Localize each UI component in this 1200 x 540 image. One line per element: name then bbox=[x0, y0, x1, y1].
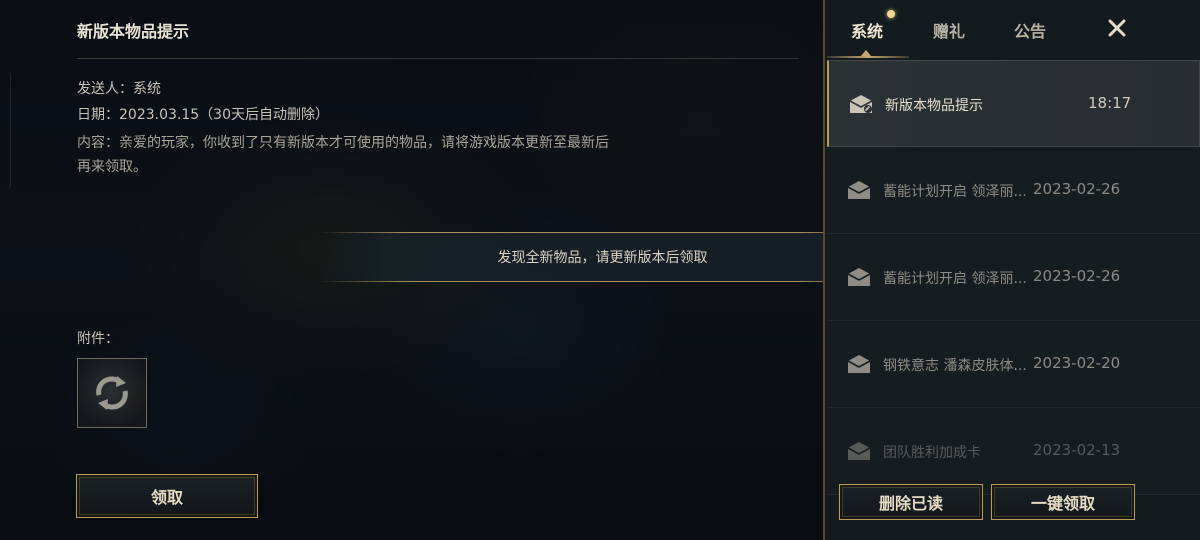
refresh-cycle-icon bbox=[96, 376, 128, 410]
mail-subject: 钢铁意志 潘森皮肤体... bbox=[883, 358, 1027, 374]
mail-time: 18:17 bbox=[1088, 94, 1132, 112]
mail-icon bbox=[847, 355, 871, 373]
title-divider bbox=[77, 58, 799, 59]
delete-read-button[interactable]: 删除已读 bbox=[839, 484, 983, 520]
attachments-label: 附件： bbox=[77, 331, 119, 347]
mail-list-item[interactable]: 蓄能计划开启 领泽丽... 2023-02-26 bbox=[827, 234, 1200, 321]
tab-system[interactable]: 系统 bbox=[851, 18, 883, 42]
mail-read-icon bbox=[849, 95, 873, 113]
mail-subject: 蓄能计划开启 领泽丽... bbox=[883, 271, 1027, 287]
mail-subject: 蓄能计划开启 领泽丽... bbox=[883, 184, 1027, 200]
mail-icon bbox=[847, 442, 871, 460]
mail-content: 内容：亲爱的玩家，你收到了只有新版本才可使用的物品，请将游戏版本更新至最新后再来… bbox=[77, 135, 609, 175]
mail-subject: 团队胜利加成卡 bbox=[883, 445, 981, 461]
update-toast: 发现全新物品，请更新版本后领取 bbox=[320, 232, 885, 282]
mail-time: 2023-02-13 bbox=[1033, 441, 1121, 459]
mail-list-item[interactable]: 钢铁意志 潘森皮肤体... 2023-02-20 bbox=[827, 321, 1200, 408]
mail-list-item[interactable]: 新版本物品提示 18:17 bbox=[827, 60, 1200, 147]
tab-gift[interactable]: 赠礼 bbox=[933, 18, 965, 42]
mail-sender: 发送人：系统 bbox=[77, 81, 161, 97]
active-tab-caret bbox=[861, 50, 871, 56]
notification-dot bbox=[887, 10, 895, 18]
mail-subject: 新版本物品提示 bbox=[885, 98, 983, 114]
mail-date: 日期：2023.03.15（30天后自动删除） bbox=[77, 107, 329, 123]
claim-button[interactable]: 领取 bbox=[76, 474, 258, 518]
tab-notice[interactable]: 公告 bbox=[1014, 18, 1046, 42]
mail-time: 2023-02-20 bbox=[1033, 354, 1121, 372]
mail-time: 2023-02-26 bbox=[1033, 267, 1121, 285]
mail-sidebar: 系统 赠礼 公告 新版本物品提示 18:17 蓄能计划开启 领泽丽... 202… bbox=[823, 0, 1200, 540]
mail-list-item[interactable]: 蓄能计划开启 领泽丽... 2023-02-26 bbox=[827, 147, 1200, 234]
claim-all-button[interactable]: 一键领取 bbox=[991, 484, 1135, 520]
close-icon bbox=[1108, 19, 1126, 37]
mail-icon bbox=[847, 268, 871, 286]
left-edge-handle bbox=[0, 70, 11, 190]
mail-list: 新版本物品提示 18:17 蓄能计划开启 领泽丽... 2023-02-26 蓄… bbox=[827, 60, 1200, 495]
mail-time: 2023-02-26 bbox=[1033, 180, 1121, 198]
mail-icon bbox=[847, 181, 871, 199]
mail-tabs: 系统 赠礼 公告 bbox=[825, 0, 1200, 60]
close-button[interactable] bbox=[1103, 14, 1131, 42]
mail-list-item[interactable]: 团队胜利加成卡 2023-02-13 bbox=[827, 408, 1200, 495]
toast-message: 发现全新物品，请更新版本后领取 bbox=[497, 250, 708, 266]
attachment-item[interactable] bbox=[77, 358, 147, 428]
active-tab-indicator bbox=[827, 56, 909, 58]
mail-title: 新版本物品提示 bbox=[77, 22, 190, 41]
